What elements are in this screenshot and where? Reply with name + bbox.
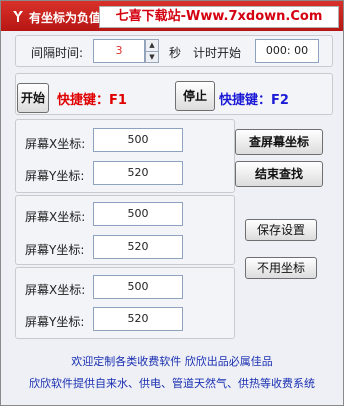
x-coord-input[interactable]: 500: [93, 275, 183, 299]
app-logo-icon: [13, 11, 23, 22]
footer-line-2: 欣欣软件提供自来水、供电、管道天然气、供热等收费系统: [29, 377, 315, 390]
start-button[interactable]: 开始: [17, 83, 49, 113]
y-coord-input[interactable]: 520: [93, 161, 183, 185]
title-bar[interactable]: 有坐标为负值 七喜下载站-Www.7xdown.Com: [1, 1, 343, 31]
footer-line-1: 欢迎定制各类收费软件 欣欣出品必属佳品: [71, 355, 273, 368]
timer-start-label: 计时开始: [193, 46, 242, 60]
x-coord-label: 屏幕X坐标:: [25, 137, 86, 151]
save-settings-button[interactable]: 保存设置: [245, 219, 317, 241]
no-coord-button[interactable]: 不用坐标: [245, 257, 317, 279]
y-coord-label: 屏幕Y坐标:: [25, 315, 85, 329]
timer-display: 000: 00: [255, 39, 319, 63]
spin-up-icon[interactable]: ▲: [146, 40, 158, 51]
interval-spinner[interactable]: ▲ ▼: [145, 39, 159, 63]
y-coord-input[interactable]: 520: [93, 307, 183, 331]
stop-button[interactable]: 停止: [175, 81, 215, 111]
interval-label: 间隔时间:: [31, 46, 84, 60]
x-coord-input[interactable]: 500: [93, 202, 183, 226]
y-coord-label: 屏幕Y坐标:: [25, 243, 85, 257]
end-find-button[interactable]: 结束查找: [235, 161, 323, 187]
x-coord-label: 屏幕X坐标:: [25, 283, 86, 297]
seconds-unit-label: 秒: [169, 46, 182, 60]
stop-hotkey-label: 快捷键：F2: [219, 93, 289, 108]
x-coord-label: 屏幕X坐标:: [25, 210, 86, 224]
watermark-banner: 七喜下载站-Www.7xdown.Com: [99, 6, 339, 28]
find-coord-button[interactable]: 查屏幕坐标: [235, 129, 323, 155]
y-coord-label: 屏幕Y坐标:: [25, 169, 85, 183]
spin-down-icon[interactable]: ▼: [146, 51, 158, 62]
x-coord-input[interactable]: 500: [93, 128, 183, 152]
start-hotkey-label: 快捷键：F1: [57, 93, 127, 108]
interval-input[interactable]: 3: [93, 39, 145, 63]
y-coord-input[interactable]: 520: [93, 235, 183, 259]
window-title: 有坐标为负值: [29, 11, 102, 25]
app-window: 有坐标为负值 七喜下载站-Www.7xdown.Com 间隔时间: 3 ▲ ▼ …: [0, 0, 344, 406]
